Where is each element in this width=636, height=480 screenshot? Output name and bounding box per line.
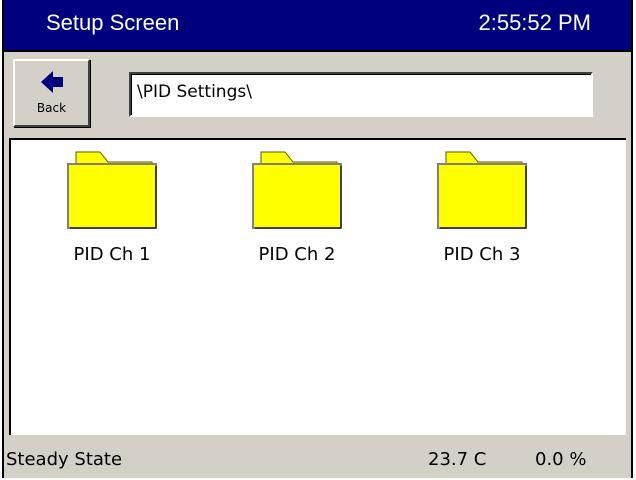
status-bar: Steady State 23.7 C 0.0 % [4, 437, 631, 478]
folder-label: PID Ch 1 [73, 244, 151, 265]
folder-item-pid-ch-3[interactable]: PID Ch 3 [412, 150, 552, 270]
back-arrow-icon [41, 71, 63, 93]
screen-title: Setup Screen [46, 10, 180, 35]
path-field[interactable]: \PID Settings\ [129, 72, 593, 117]
clock: 2:55:52 PM [478, 10, 591, 35]
folder-icon [437, 151, 527, 229]
folder-icon [67, 151, 157, 229]
status-output: 0.0 % [535, 449, 587, 470]
toolbar: Back \PID Settings\ [4, 52, 631, 138]
folder-icon [252, 151, 342, 229]
setup-screen: Setup Screen 2:55:52 PM Back \PID Settin… [2, 0, 633, 478]
folder-label: PID Ch 2 [258, 244, 336, 265]
status-temperature: 23.7 C [428, 449, 487, 470]
folder-item-pid-ch-1[interactable]: PID Ch 1 [42, 150, 182, 270]
back-button-label: Back [36, 101, 67, 115]
status-state: Steady State [6, 449, 123, 470]
back-button[interactable]: Back [13, 59, 90, 127]
folder-view: PID Ch 1 PID Ch 2 PID Ch 3 [9, 138, 626, 435]
folder-label: PID Ch 3 [443, 244, 521, 265]
folder-item-pid-ch-2[interactable]: PID Ch 2 [227, 150, 367, 270]
title-bar: Setup Screen 2:55:52 PM [4, 0, 631, 52]
